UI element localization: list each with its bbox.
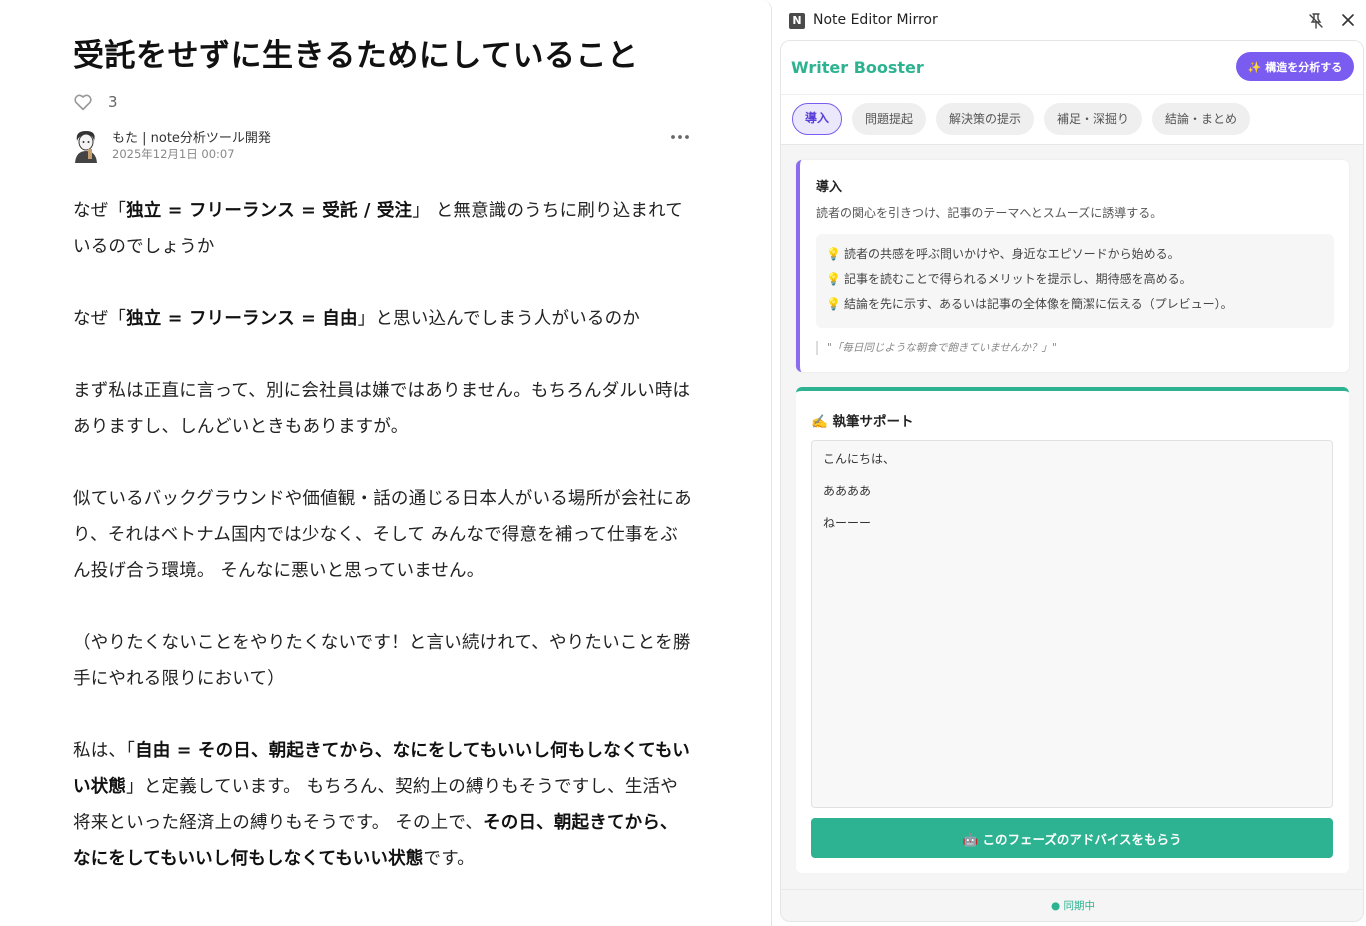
bold-text: 独立 = フリーランス = 自由 [126,309,358,329]
tip-item: 💡 記事を読むことで得られるメリットを提示し、期待感を高める。 [826,270,1192,287]
writing-support-title: ✍️ 執筆サポート [811,414,914,430]
writer-booster-card: Writer Booster ✨ 構造を分析する 導入 問題提起 解決策の提示 補足・… [780,40,1364,922]
text-span: まず私は正直に言って、別に会社員は嫌ではありません。もちろんダルい時はありますし… [73,381,691,437]
lightbulb-icon: 💡 [826,247,841,261]
article-body: なぜ「独立 = フリーランス = 受託 / 受注」 と無意識のうちに刷り込まれて… [73,193,693,877]
tab-phase-4[interactable]: 補足・深掘り [1044,103,1142,135]
text-span: 」と思い込んでしまう人がいるのか [357,309,640,329]
close-icon[interactable] [1341,13,1355,27]
avatar[interactable] [73,129,99,163]
phase-title: 導入 [816,180,843,195]
analyze-structure-button[interactable]: ✨ 構造を分析する [1236,52,1354,81]
writing-editor[interactable]: こんにちは、 ああああねーーー [811,440,1333,808]
tip-text: 記事を読むことで得られるメリットを提示し、期待感を高める。 [844,272,1192,286]
text-span: なぜ「 [73,309,127,329]
publish-date: 2025年12月1日 00:07 [112,147,235,161]
article-paragraph: 私は、「自由 = その日、朝起きてから、なにをしてもいいし何もしなくてもいい状態… [73,733,693,877]
tip-item: 💡 読者の共感を呼ぶ問いかけや、身近なエピソードから始める。 [826,245,1180,262]
tab-phase-2[interactable]: 問題提起 [852,103,926,135]
tip-text: 結論を先に示す、あるいは記事の全体像を簡潔に伝える（プレビュー）。 [844,297,1233,311]
tab-phase-1[interactable]: 導入 [792,103,842,135]
phase-guide-card: 導入 読者の関心を引きつけ、記事のテーマへとスムーズに誘導する。 💡 読者の共感を… [796,160,1349,372]
phase-tabs: 導入 問題提起 解決策の提示 補足・深掘り 結論・まとめ [781,95,1363,145]
sync-status: ● 同期中 [781,889,1363,921]
phase-example: "「毎日同じような朝食で飽きていませんか？」" [816,341,1057,355]
tip-text: 読者の共感を呼ぶ問いかけや、身近なエピソードから始める。 [844,247,1180,261]
tab-phase-5[interactable]: 結論・まとめ [1152,103,1250,135]
author-name[interactable]: もた | note分析ツール開発 [112,127,271,146]
article-paragraph: なぜ「独立 = フリーランス = 受託 / 受注」 と無意識のうちに刷り込まれて… [73,193,693,265]
text-span: です。 [423,849,475,869]
tip-item: 💡 結論を先に示す、あるいは記事の全体像を簡潔に伝える（プレビュー）。 [826,295,1233,312]
text-span: なぜ「 [73,201,127,221]
article-paragraph: （やりたくないことをやりたくないです！と言い続けれて、やりたいことを勝手にやれる… [73,625,693,697]
editor-line: こんにちは、 [823,452,896,466]
like-row: 3 [73,91,693,113]
text-span: 似ているバックグラウンドや価値観・話の通じる日本人がいる場所が会社にあり、それは… [73,489,692,581]
heart-icon[interactable] [73,93,93,111]
writer-booster-header: Writer Booster ✨ 構造を分析する [781,41,1363,95]
article-paragraph: なぜ「独立 = フリーランス = 自由」と思い込んでしまう人がいるのか [73,301,693,337]
phase-tips: 💡 読者の共感を呼ぶ問いかけや、身近なエピソードから始める。 💡 記事を読むことで得ら… [816,234,1334,328]
article-pane: 受託をせずに生きるためにしていること 3 もた | note分析ツール開発 20… [0,0,772,926]
editor-line: ねーーー [823,516,872,530]
article-title: 受託をせずに生きるためにしていること [73,38,639,74]
bold-text: 独立 = フリーランス = 受託 / 受注 [126,201,413,221]
note-logo-icon: N [789,13,805,29]
lightbulb-icon: 💡 [826,272,841,286]
text-span: 私は、「 [73,741,136,761]
lightbulb-icon: 💡 [826,297,841,311]
side-panel-title: Note Editor Mirror [813,12,938,28]
phase-description: 読者の関心を引きつけ、記事のテーマへとスムーズに誘導する。 [816,206,1163,220]
side-panel: N Note Editor Mirror Writer Booster ✨ 構造… [772,0,1366,926]
writing-support-card: ✍️ 執筆サポート こんにちは、 ああああねーーー 🤖 このフェーズのアドバイスを… [796,387,1349,873]
more-options-icon[interactable] [670,133,690,141]
tab-phase-3[interactable]: 解決策の提示 [936,103,1034,135]
get-advice-button[interactable]: 🤖 このフェーズのアドバイスをもらう [811,818,1333,858]
article-paragraph: 似ているバックグラウンドや価値観・話の通じる日本人がいる場所が会社にあり、それは… [73,481,693,589]
editor-line: ああああ [823,484,872,498]
app-name: Writer Booster [791,58,924,77]
unpin-icon[interactable] [1309,13,1323,29]
like-count: 3 [108,93,118,111]
side-panel-header: N Note Editor Mirror [772,0,1366,40]
author-row: もた | note分析ツール開発 2025年12月1日 00:07 [73,129,693,169]
text-span: （やりたくないことをやりたくないです！と言い続けれて、やりたいことを勝手にやれる… [73,633,691,689]
article-paragraph: まず私は正直に言って、別に会社員は嫌ではありません。もちろんダルい時はありますし… [73,373,693,445]
